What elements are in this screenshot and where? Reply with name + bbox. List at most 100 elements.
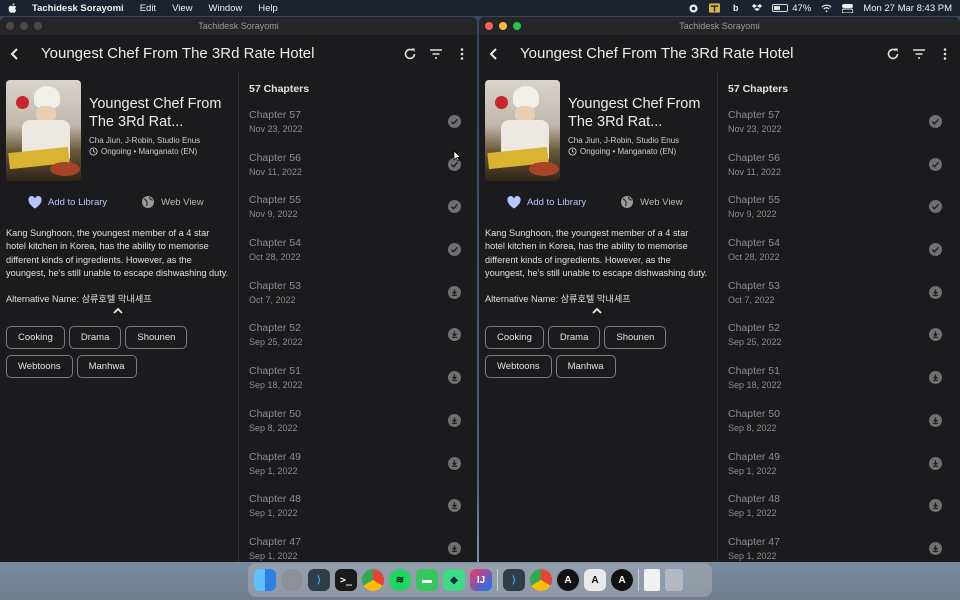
chapter-row[interactable]: Chapter 57 Nov 23, 2022: [249, 109, 477, 152]
apple-menu-icon[interactable]: [8, 2, 18, 14]
menu-view[interactable]: View: [172, 3, 192, 14]
chrome-icon[interactable]: [362, 569, 384, 591]
chrome-recent-icon[interactable]: [530, 569, 552, 591]
chapter-row[interactable]: Chapter 53 Oct 7, 2022: [249, 280, 477, 323]
menu-window[interactable]: Window: [209, 3, 243, 14]
add-to-library-button[interactable]: Add to Library: [507, 195, 586, 209]
window-titlebar[interactable]: Tachidesk Sorayomi: [479, 17, 960, 35]
chapter-row[interactable]: Chapter 50 Sep 8, 2022: [728, 408, 960, 451]
web-view-button[interactable]: Web View: [141, 195, 204, 209]
chapter-row[interactable]: Chapter 49 Sep 1, 2022: [249, 451, 477, 494]
check-circle-icon[interactable]: [448, 243, 461, 257]
download-circle-icon[interactable]: [448, 541, 461, 555]
arrow-back-icon[interactable]: [8, 47, 22, 61]
genre-chip[interactable]: Cooking: [6, 326, 65, 350]
terminal-icon[interactable]: >_: [335, 569, 357, 591]
chapter-row[interactable]: Chapter 50 Sep 8, 2022: [249, 408, 477, 451]
tray-app-icon[interactable]: [709, 3, 721, 13]
genre-chip[interactable]: Webtoons: [6, 355, 73, 379]
chapter-row[interactable]: Chapter 47 Sep 1, 2022: [249, 536, 477, 562]
download-circle-icon[interactable]: [929, 371, 942, 385]
download-circle-icon[interactable]: [448, 328, 461, 342]
chapter-row[interactable]: Chapter 54 Oct 28, 2022: [249, 237, 477, 280]
sorayomi-icon[interactable]: A: [557, 569, 579, 591]
vscode-recent-icon[interactable]: ⟩: [503, 569, 525, 591]
download-circle-icon[interactable]: [448, 456, 461, 470]
b-app-icon[interactable]: b: [730, 3, 741, 13]
chapter-row[interactable]: Chapter 53 Oct 7, 2022: [728, 280, 960, 323]
download-circle-icon[interactable]: [448, 413, 461, 427]
download-circle-icon[interactable]: [448, 371, 461, 385]
download-circle-icon[interactable]: [929, 285, 942, 299]
trash-icon[interactable]: [665, 569, 683, 591]
download-circle-icon[interactable]: [929, 456, 942, 470]
download-circle-icon[interactable]: [929, 413, 942, 427]
chapter-row[interactable]: Chapter 52 Sep 25, 2022: [728, 322, 960, 365]
check-circle-icon[interactable]: [929, 243, 942, 257]
wifi-icon[interactable]: [821, 3, 832, 13]
genre-chip[interactable]: Webtoons: [485, 355, 552, 379]
chapter-row[interactable]: Chapter 56 Nov 11, 2022: [249, 152, 477, 195]
genre-chip[interactable]: Shounen: [604, 326, 667, 350]
filter-icon[interactable]: [429, 47, 443, 61]
manga-cover[interactable]: [485, 80, 560, 181]
chapter-row[interactable]: Chapter 48 Sep 1, 2022: [728, 493, 960, 536]
chapter-row[interactable]: Chapter 51 Sep 18, 2022: [249, 365, 477, 408]
menubar-app-name[interactable]: Tachidesk Sorayomi: [32, 3, 124, 14]
intellij-icon[interactable]: IJ: [470, 569, 492, 591]
close-window-button[interactable]: [485, 22, 493, 30]
spotify-icon[interactable]: ≋: [389, 569, 411, 591]
genre-chip[interactable]: Manhwa: [76, 355, 137, 379]
chapter-row[interactable]: Chapter 54 Oct 28, 2022: [728, 237, 960, 280]
genre-chip[interactable]: Drama: [547, 326, 601, 350]
genre-chip[interactable]: Shounen: [125, 326, 188, 350]
check-circle-icon[interactable]: [929, 157, 942, 171]
chevron-up-icon[interactable]: [592, 307, 602, 314]
download-circle-icon[interactable]: [929, 499, 942, 513]
system-settings-icon[interactable]: [281, 569, 303, 591]
menu-edit[interactable]: Edit: [140, 3, 156, 14]
download-circle-icon[interactable]: [448, 499, 461, 513]
dropbox-like-icon[interactable]: [751, 3, 762, 13]
genre-chip[interactable]: Cooking: [485, 326, 544, 350]
chapter-row[interactable]: Chapter 48 Sep 1, 2022: [249, 493, 477, 536]
sorayomi-alt-icon[interactable]: A: [611, 569, 633, 591]
chapter-row[interactable]: Chapter 55 Nov 9, 2022: [728, 194, 960, 237]
record-icon[interactable]: [688, 3, 699, 13]
manga-cover[interactable]: [6, 80, 81, 181]
web-view-button[interactable]: Web View: [620, 195, 683, 209]
more-vert-icon[interactable]: [455, 47, 469, 61]
menu-help[interactable]: Help: [258, 3, 278, 14]
chapter-row[interactable]: Chapter 47 Sep 1, 2022: [728, 536, 960, 562]
chapter-row[interactable]: Chapter 56 Nov 11, 2022: [728, 152, 960, 195]
refresh-icon[interactable]: [886, 47, 900, 61]
chapter-row[interactable]: Chapter 51 Sep 18, 2022: [728, 365, 960, 408]
chevron-up-icon[interactable]: [113, 307, 123, 314]
document-icon[interactable]: [644, 569, 660, 591]
check-circle-icon[interactable]: [929, 200, 942, 214]
battery-icon[interactable]: [772, 4, 789, 12]
download-circle-icon[interactable]: [929, 541, 942, 555]
add-to-library-button[interactable]: Add to Library: [28, 195, 107, 209]
chapter-row[interactable]: Chapter 52 Sep 25, 2022: [249, 322, 477, 365]
tachidesk-icon[interactable]: A: [584, 569, 606, 591]
chapter-row[interactable]: Chapter 49 Sep 1, 2022: [728, 451, 960, 494]
genre-chip[interactable]: Drama: [68, 326, 122, 350]
arrow-back-icon[interactable]: [487, 47, 501, 61]
download-circle-icon[interactable]: [929, 328, 942, 342]
menubar-clock[interactable]: Mon 27 Mar 8:43 PM: [863, 3, 952, 14]
filter-icon[interactable]: [912, 47, 926, 61]
window-titlebar[interactable]: Tachidesk Sorayomi: [0, 17, 477, 35]
chapter-row[interactable]: Chapter 55 Nov 9, 2022: [249, 194, 477, 237]
minimize-window-button[interactable]: [20, 22, 28, 30]
zoom-window-button[interactable]: [34, 22, 42, 30]
chapter-row[interactable]: Chapter 57 Nov 23, 2022: [728, 109, 960, 152]
minimize-window-button[interactable]: [499, 22, 507, 30]
check-circle-icon[interactable]: [448, 115, 461, 128]
refresh-icon[interactable]: [403, 47, 417, 61]
check-circle-icon[interactable]: [929, 115, 942, 128]
check-circle-icon[interactable]: [448, 200, 461, 214]
finder-icon[interactable]: [254, 569, 276, 591]
vscode-icon[interactable]: ⟩: [308, 569, 330, 591]
more-vert-icon[interactable]: [938, 47, 952, 61]
